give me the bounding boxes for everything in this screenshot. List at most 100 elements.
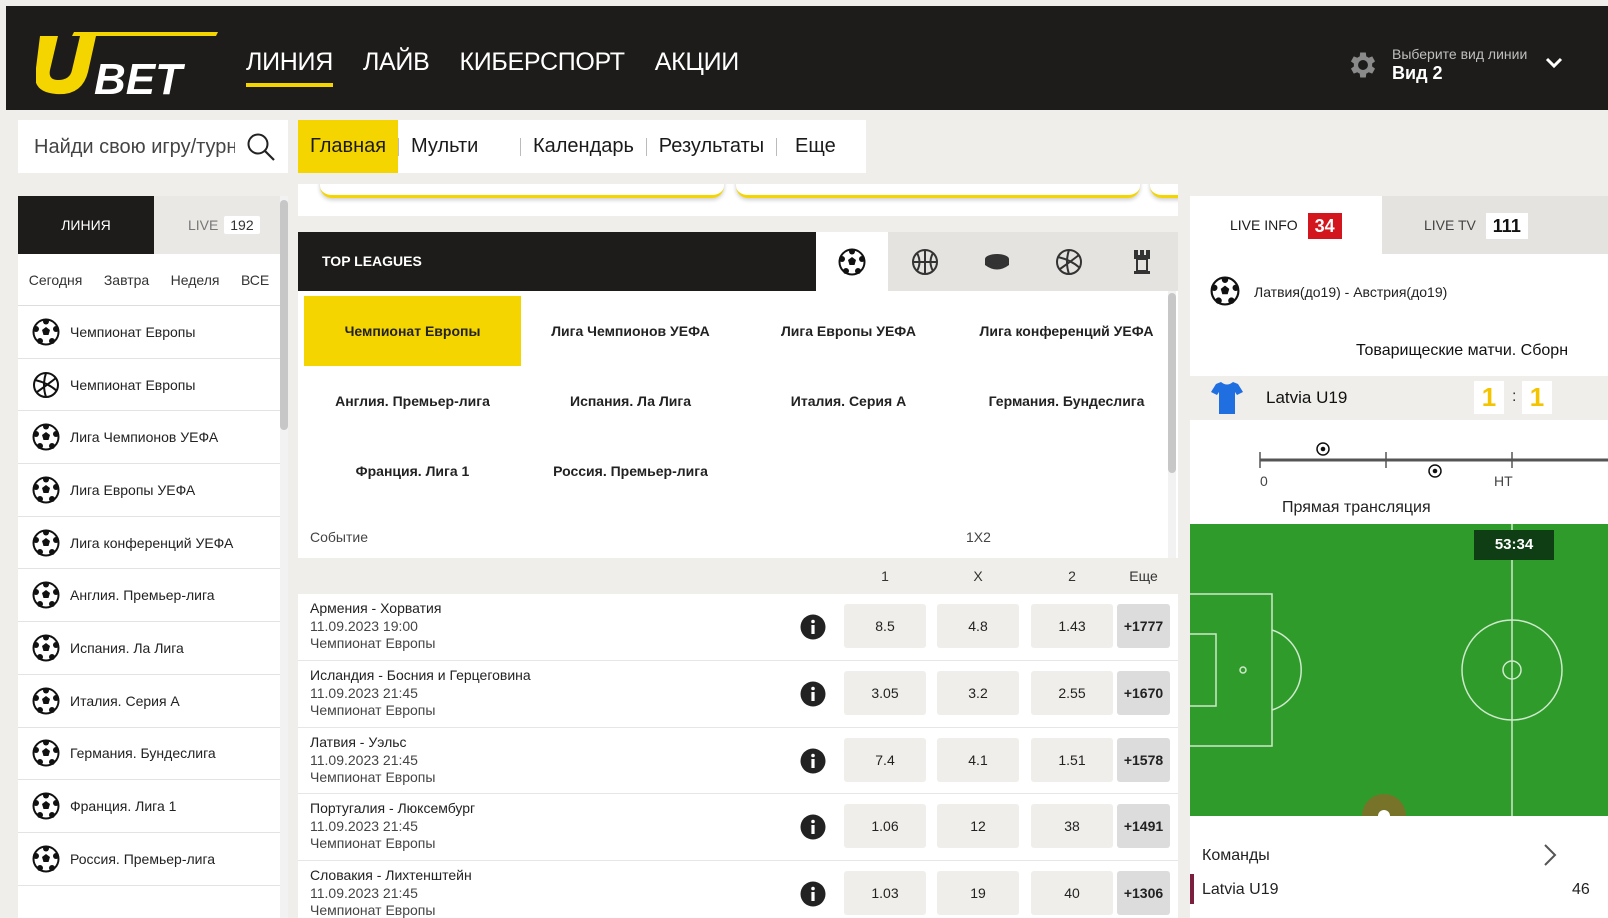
team-shirt-icon (1211, 382, 1243, 414)
ubet-logo[interactable]: BET (36, 24, 226, 96)
subnav-results[interactable]: Результаты (647, 120, 776, 173)
top-league-cell[interactable]: Лига Чемпионов УЕФА (522, 296, 739, 366)
tab-live-tv[interactable]: LIVE TV 111 (1382, 196, 1608, 254)
teams-section-label[interactable]: Команды (1202, 847, 1270, 865)
tab-live-label: LIVE (188, 217, 219, 233)
subnav-more[interactable]: Еще (777, 120, 866, 203)
nav-promotions[interactable]: АКЦИИ (655, 48, 739, 83)
more-markets-button[interactable]: +1491 (1117, 804, 1170, 849)
nav-live[interactable]: ЛАЙВ (363, 48, 430, 83)
right-panel: LIVE INFO 34 LIVE TV 111 Латвия(до19) - … (1190, 196, 1608, 918)
filter-all[interactable]: ВСЕ (241, 272, 269, 288)
top-league-cell[interactable]: Англия. Премьер-лига (304, 366, 521, 436)
event-row[interactable]: Словакия - Лихтенштейн 11.09.2023 21:45 Че… (298, 861, 1178, 918)
more-markets-button[interactable]: +1670 (1117, 670, 1170, 715)
more-markets-button[interactable]: +1306 (1117, 871, 1170, 916)
chevron-down-icon[interactable] (1544, 56, 1564, 70)
promo-banner[interactable] (320, 184, 724, 198)
top-league-cell[interactable]: Чемпионат Европы (304, 296, 521, 366)
sidebar-league-item[interactable]: Россия. Премьер-лига (18, 833, 288, 886)
odd-away[interactable]: 2.55 (1031, 670, 1113, 715)
sidebar-league-item[interactable]: Лига конференций УЕФА (18, 517, 288, 570)
info-icon[interactable] (800, 814, 826, 840)
grid-scrollbar[interactable] (1168, 291, 1176, 558)
subnav-calendar[interactable]: Календарь (521, 120, 646, 173)
sidebar-league-item[interactable]: Лига Европы УЕФА (18, 464, 288, 517)
event-teams[interactable]: Португалия - Люксембург (310, 800, 475, 816)
sport-tab-volleyball[interactable] (1033, 232, 1105, 291)
scroll-thumb[interactable] (280, 200, 288, 430)
nav-esports[interactable]: КИБЕРСПОРТ (459, 48, 625, 83)
top-league-cell[interactable]: Россия. Премьер-лига (522, 436, 739, 506)
odd-home[interactable]: 3.05 (844, 670, 926, 715)
odd-draw[interactable]: 19 (937, 871, 1019, 916)
odd-home[interactable]: 1.03 (844, 871, 926, 916)
odd-home[interactable]: 8.5 (844, 604, 926, 648)
sport-tab-combat[interactable] (1106, 232, 1178, 291)
tab-live[interactable]: LIVE 192 (154, 196, 288, 254)
event-row[interactable]: Армения - Хорватия 11.09.2023 19:00 Чемпио… (298, 594, 1178, 661)
search-input[interactable] (32, 134, 237, 160)
sidebar-league-item[interactable]: Лига Чемпионов УЕФА (18, 411, 288, 465)
event-teams[interactable]: Словакия - Лихтенштейн (310, 867, 472, 883)
odd-draw[interactable]: 4.1 (937, 737, 1019, 782)
football-icon (32, 634, 60, 662)
subnav-home[interactable]: Главная (298, 120, 399, 173)
odd-draw[interactable]: 12 (937, 804, 1019, 849)
search-icon[interactable] (246, 132, 276, 162)
top-league-cell[interactable]: Германия. Бундеслига (958, 366, 1175, 436)
subnav-multiview[interactable]: Мульти Вид (399, 120, 520, 210)
filter-today[interactable]: Сегодня (29, 272, 83, 288)
odd-draw[interactable]: 4.8 (937, 604, 1019, 648)
top-league-cell[interactable]: Франция. Лига 1 (304, 436, 521, 506)
event-teams[interactable]: Армения - Хорватия (310, 600, 441, 616)
info-icon[interactable] (800, 881, 826, 907)
tab-line[interactable]: ЛИНИЯ (18, 196, 154, 254)
sidebar-league-item[interactable]: Италия. Серия А (18, 675, 288, 728)
sport-tab-basketball[interactable] (888, 232, 960, 291)
odd-home[interactable]: 7.4 (844, 737, 926, 782)
odd-away[interactable]: 38 (1031, 804, 1113, 849)
chevron-right-icon[interactable] (1542, 842, 1558, 868)
tab-live-tv-label: LIVE TV (1424, 217, 1476, 233)
sidebar-league-item[interactable]: Германия. Бундеслига (18, 728, 288, 781)
more-markets-button[interactable]: +1578 (1117, 737, 1170, 782)
more-markets-button[interactable]: +1777 (1117, 604, 1170, 648)
top-league-cell[interactable]: Италия. Серия А (740, 366, 957, 436)
info-icon[interactable] (800, 748, 826, 774)
top-league-cell[interactable]: Лига конференций УЕФА (958, 296, 1175, 366)
sidebar-league-item[interactable]: Чемпионат Европы (18, 306, 288, 359)
sidebar-scrollbar[interactable] (280, 196, 288, 918)
nav-line[interactable]: ЛИНИЯ (246, 48, 333, 87)
sport-tab-football[interactable] (816, 232, 889, 291)
scroll-thumb[interactable] (1168, 293, 1176, 473)
sidebar-league-label: Лига Чемпионов УЕФА (70, 429, 219, 446)
top-league-cell[interactable]: Лига Европы УЕФА (740, 296, 957, 366)
odd-home[interactable]: 1.06 (844, 804, 926, 849)
odd-away[interactable]: 40 (1031, 871, 1113, 916)
match-title[interactable]: Латвия(до19) - Австрия(до19) (1254, 284, 1447, 300)
top-league-cell[interactable]: Испания. Ла Лига (522, 366, 739, 436)
info-icon[interactable] (800, 614, 826, 640)
event-teams[interactable]: Латвия - Уэльс (310, 734, 407, 750)
sidebar-league-item[interactable]: Испания. Ла Лига (18, 622, 288, 675)
sidebar-league-item[interactable]: Англия. Премьер-лига (18, 569, 288, 623)
info-icon[interactable] (800, 681, 826, 707)
odd-draw[interactable]: 3.2 (937, 670, 1019, 715)
odd-away[interactable]: 1.51 (1031, 737, 1113, 782)
event-row[interactable]: Латвия - Уэльс 11.09.2023 21:45 Чемпионат … (298, 727, 1178, 795)
promo-banner[interactable] (736, 184, 1140, 198)
odd-away[interactable]: 1.43 (1031, 604, 1113, 648)
promo-banner[interactable] (1150, 184, 1178, 198)
sidebar-league-item[interactable]: Франция. Лига 1 (18, 780, 288, 833)
sidebar-league-item[interactable]: Чемпионат Европы (18, 359, 288, 412)
event-row[interactable]: Португалия - Люксембург 11.09.2023 21:45 Ч… (298, 794, 1178, 862)
tab-live-info[interactable]: LIVE INFO 34 (1190, 196, 1382, 254)
live-pitch[interactable]: 53:34 (1190, 524, 1608, 816)
event-teams[interactable]: Исландия - Босния и Герцеговина (310, 667, 531, 683)
filter-tomorrow[interactable]: Завтра (104, 272, 149, 288)
event-row[interactable]: Исландия - Босния и Герцеговина 11.09.202… (298, 660, 1178, 728)
filter-week[interactable]: Неделя (171, 272, 220, 288)
sport-tab-hockey[interactable] (961, 232, 1033, 291)
line-view-selector[interactable]: Выберите вид линии Вид 2 (1346, 38, 1608, 88)
